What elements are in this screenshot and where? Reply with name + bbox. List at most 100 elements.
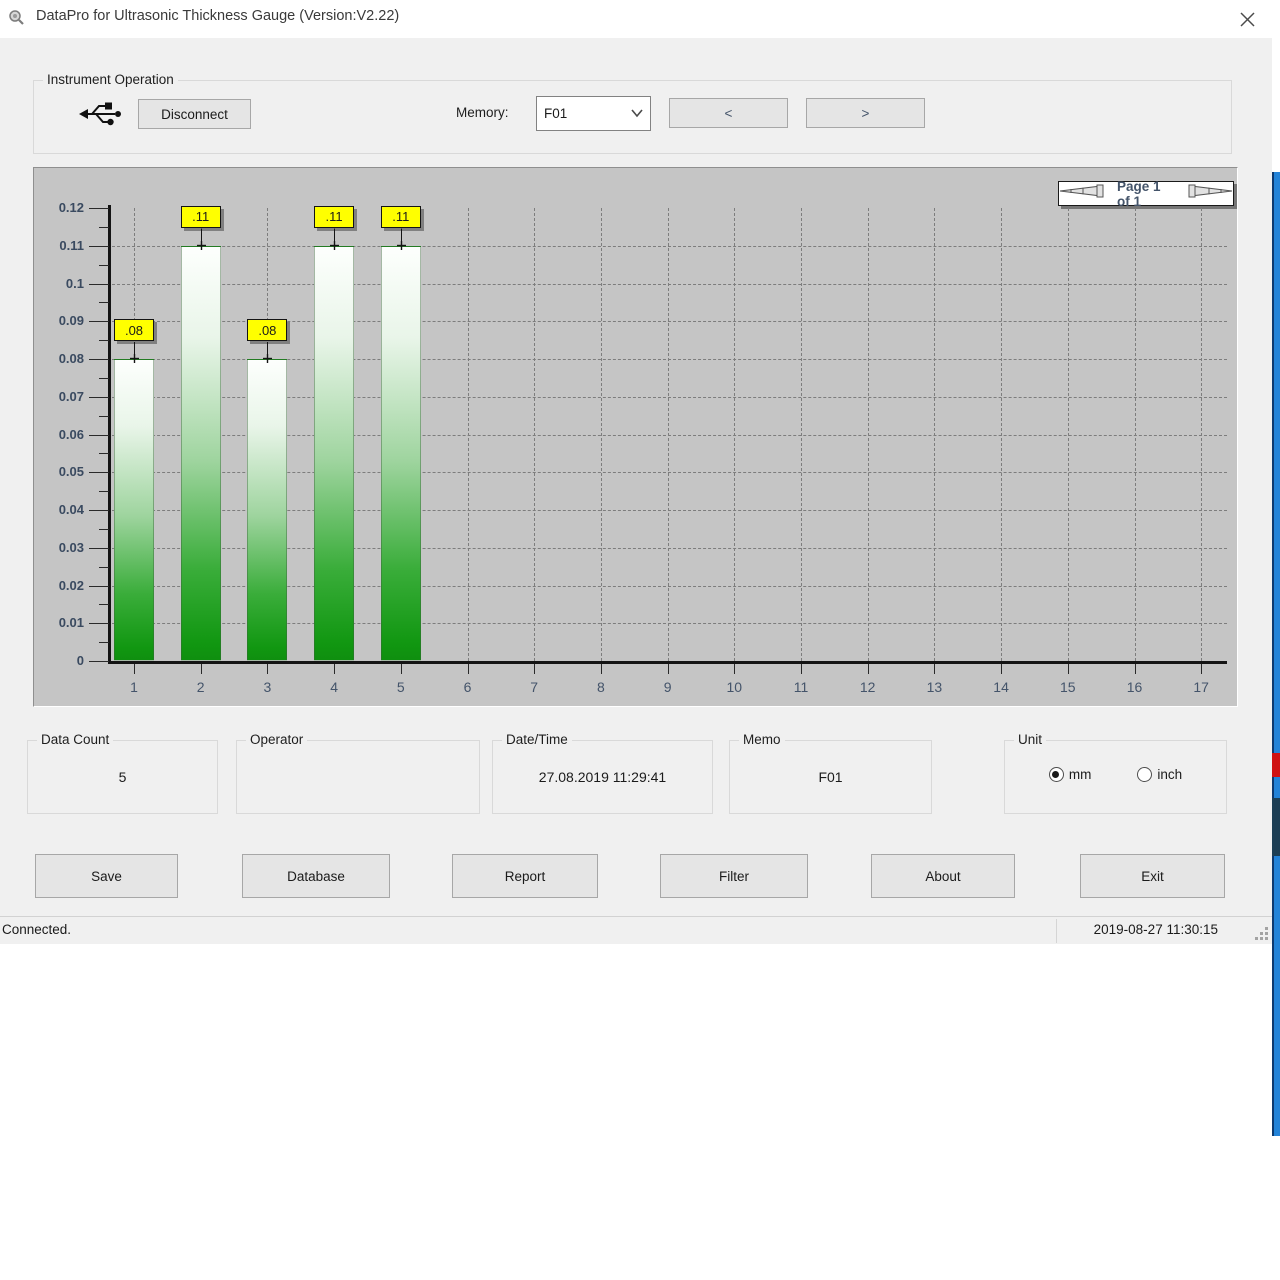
x-tick-label: 3 xyxy=(245,679,289,695)
bar-value-callout: .11 xyxy=(381,206,421,228)
disconnect-button[interactable]: Disconnect xyxy=(138,99,251,129)
v-gridline xyxy=(601,208,602,661)
callout-plus-icon xyxy=(397,237,406,246)
x-tick-label: 16 xyxy=(1113,679,1157,695)
x-tick xyxy=(267,664,268,674)
x-tick xyxy=(1135,664,1136,674)
about-button[interactable]: About xyxy=(871,854,1015,898)
y-tick-label: 0 xyxy=(34,653,84,668)
edge-dark-fragment xyxy=(1272,798,1280,856)
v-gridline xyxy=(868,208,869,661)
y-tick-label: 0.06 xyxy=(34,427,84,442)
close-icon xyxy=(1239,11,1256,28)
y-tick-label: 0.08 xyxy=(34,351,84,366)
y-minor-tick xyxy=(99,529,109,530)
unit-radio-inch[interactable]: inch xyxy=(1137,767,1182,782)
connection-status: Connected. xyxy=(2,922,71,937)
v-gridline xyxy=(534,208,535,661)
operator-label: Operator xyxy=(246,732,307,747)
x-tick xyxy=(468,664,469,674)
y-minor-tick xyxy=(99,567,109,568)
status-separator xyxy=(1056,919,1057,943)
y-tick-label: 0.01 xyxy=(34,615,84,630)
h-gridline xyxy=(112,284,1227,285)
y-tick-label: 0.02 xyxy=(34,578,84,593)
x-tick-label: 1 xyxy=(112,679,156,695)
memory-prev-button[interactable]: < xyxy=(669,98,788,128)
y-tick-label: 0.04 xyxy=(34,502,84,517)
y-tick-label: 0.1 xyxy=(34,276,84,291)
y-tick xyxy=(89,208,109,209)
y-minor-tick xyxy=(99,416,109,417)
database-button[interactable]: Database xyxy=(242,854,390,898)
x-tick-label: 5 xyxy=(379,679,423,695)
page-next-icon[interactable] xyxy=(1181,184,1233,203)
memory-label: Memory: xyxy=(456,105,509,120)
y-tick xyxy=(89,284,109,285)
report-button[interactable]: Report xyxy=(452,854,598,898)
y-tick xyxy=(89,397,109,398)
x-tick-label: 10 xyxy=(712,679,756,695)
x-tick xyxy=(801,664,802,674)
y-minor-tick xyxy=(99,378,109,379)
y-tick-label: 0.12 xyxy=(34,200,84,215)
x-tick xyxy=(201,664,202,674)
y-tick xyxy=(89,661,109,662)
y-tick xyxy=(89,510,109,511)
desktop-edge-strip xyxy=(1272,172,1280,1136)
callout-plus-icon xyxy=(197,237,206,246)
filter-button[interactable]: Filter xyxy=(660,854,808,898)
edge-red-fragment xyxy=(1272,753,1280,777)
page-prev-icon[interactable] xyxy=(1059,184,1111,203)
bar xyxy=(314,246,354,661)
v-gridline xyxy=(734,208,735,661)
memory-next-button[interactable]: > xyxy=(806,98,925,128)
bar-value-callout: .08 xyxy=(247,319,287,341)
window-title: DataPro for Ultrasonic Thickness Gauge (… xyxy=(36,8,399,24)
datetime-value: 27.08.2019 11:29:41 xyxy=(493,769,712,785)
close-button[interactable] xyxy=(1232,5,1262,33)
x-tick-label: 9 xyxy=(646,679,690,695)
memory-select[interactable]: F01 xyxy=(536,96,651,131)
x-tick xyxy=(868,664,869,674)
v-gridline xyxy=(668,208,669,661)
instrument-operation-label: Instrument Operation xyxy=(43,72,178,87)
memory-value: F01 xyxy=(544,106,567,121)
v-gridline xyxy=(801,208,802,661)
save-button[interactable]: Save xyxy=(35,854,178,898)
memo-label: Memo xyxy=(739,732,785,747)
x-tick-label: 4 xyxy=(312,679,356,695)
chart-panel: Page 1 of 1 0.120.110.10.090.080.070.060… xyxy=(33,167,1238,707)
bar xyxy=(247,359,287,661)
unit-label: Unit xyxy=(1014,732,1046,747)
y-tick xyxy=(89,623,109,624)
y-tick-label: 0.09 xyxy=(34,313,84,328)
callout-plus-icon xyxy=(263,350,272,359)
resize-grip-icon[interactable] xyxy=(1254,926,1268,940)
x-tick xyxy=(1001,664,1002,674)
title-bar: DataPro for Ultrasonic Thickness Gauge (… xyxy=(0,0,1272,38)
v-gridline xyxy=(1001,208,1002,661)
y-minor-tick xyxy=(99,340,109,341)
x-tick xyxy=(534,664,535,674)
x-tick xyxy=(334,664,335,674)
unit-radio-mm[interactable]: mm xyxy=(1049,767,1092,782)
page-navigator: Page 1 of 1 xyxy=(1058,181,1234,206)
x-tick-label: 11 xyxy=(779,679,823,695)
y-minor-tick xyxy=(99,227,109,228)
memo-group: Memo F01 xyxy=(729,740,932,814)
x-tick xyxy=(401,664,402,674)
y-tick xyxy=(89,321,109,322)
y-minor-tick xyxy=(99,302,109,303)
y-tick-label: 0.11 xyxy=(34,238,84,253)
y-tick xyxy=(89,548,109,549)
x-tick-label: 15 xyxy=(1046,679,1090,695)
exit-button[interactable]: Exit xyxy=(1080,854,1225,898)
datetime-group: Date/Time 27.08.2019 11:29:41 xyxy=(492,740,713,814)
page-indicator: Page 1 of 1 xyxy=(1117,179,1175,209)
bar xyxy=(114,359,154,661)
bar xyxy=(181,246,221,661)
x-tick-label: 12 xyxy=(846,679,890,695)
y-tick xyxy=(89,472,109,473)
y-tick-label: 0.07 xyxy=(34,389,84,404)
